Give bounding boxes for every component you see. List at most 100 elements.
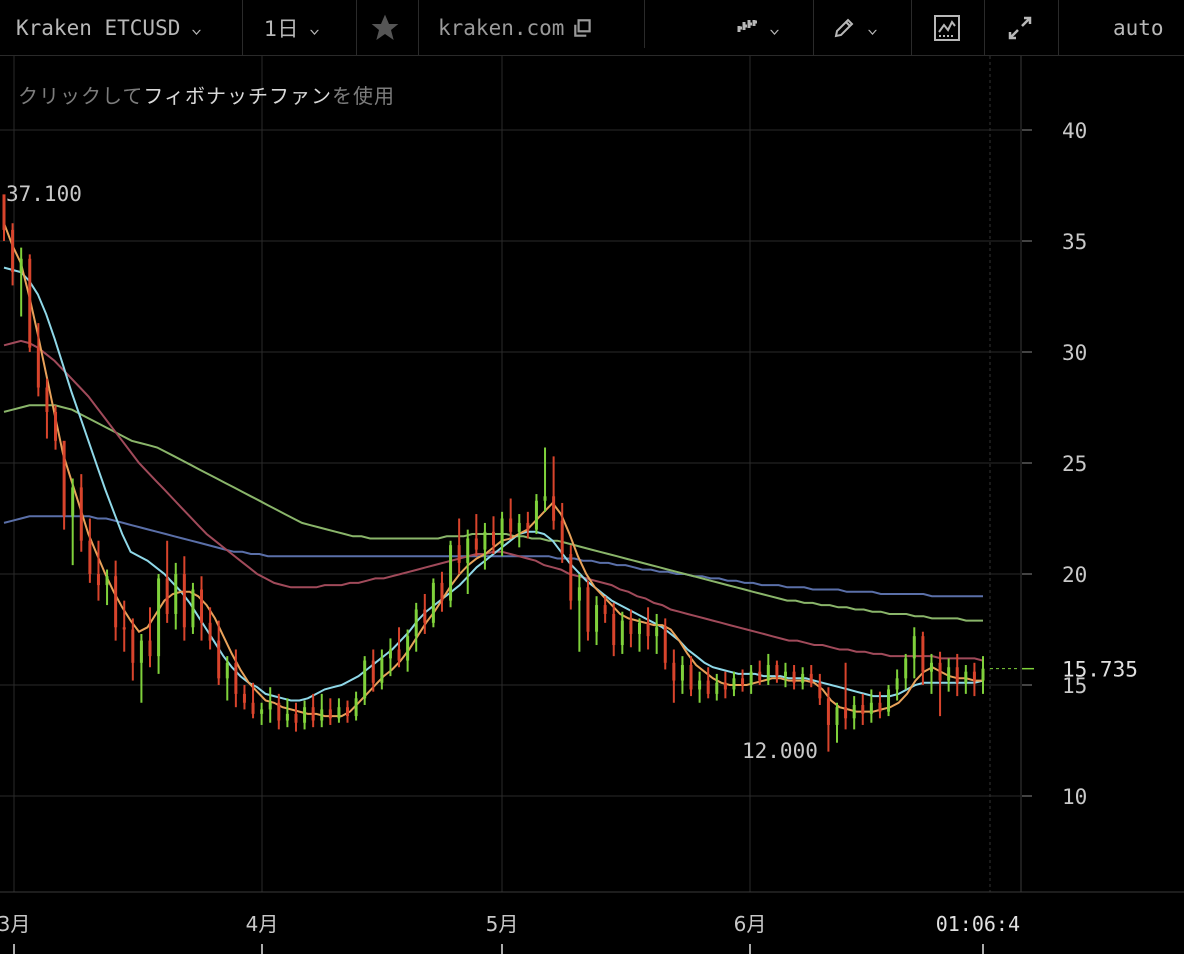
price-tick-label: 20 <box>1062 563 1087 587</box>
candle-body <box>552 496 556 521</box>
candle-body <box>54 411 58 441</box>
candle-body <box>595 605 599 632</box>
candlestick <box>887 685 891 717</box>
candle-body <box>457 545 461 563</box>
candlestick <box>938 651 942 717</box>
candlestick <box>981 656 985 694</box>
candle-body <box>28 258 32 348</box>
candlestick <box>586 580 590 641</box>
time-tick-label: 4月 <box>246 912 279 936</box>
candlestick <box>466 529 470 594</box>
candlestick <box>741 669 745 692</box>
candlestick <box>552 456 556 530</box>
candle-body <box>388 649 392 659</box>
candlestick <box>200 576 204 641</box>
candlestick <box>131 618 135 681</box>
candle-body <box>844 707 848 719</box>
candlestick <box>191 582 195 634</box>
candlestick <box>54 405 58 450</box>
candlestick <box>500 511 504 557</box>
candle-body <box>586 587 590 632</box>
candlestick <box>260 702 264 725</box>
price-tick-label: 30 <box>1062 341 1087 365</box>
price-tick-label: 35 <box>1062 230 1087 254</box>
candlestick <box>71 478 75 566</box>
candle-body <box>114 576 118 628</box>
candlestick <box>277 693 281 730</box>
candle-body <box>285 713 289 721</box>
candlestick <box>526 511 530 539</box>
candle-body <box>560 520 564 555</box>
candle-body <box>11 229 15 273</box>
candlestick <box>612 602 616 657</box>
candlestick <box>457 518 461 574</box>
candle-body <box>62 440 66 517</box>
candle-body <box>346 707 350 717</box>
candlestick <box>79 474 83 552</box>
candle-body <box>938 662 942 681</box>
candlestick <box>363 656 367 705</box>
candle-body <box>509 518 513 532</box>
candlestick <box>783 662 787 688</box>
candle-body <box>328 709 332 719</box>
candle-body <box>251 702 255 714</box>
candle-body <box>689 665 693 690</box>
candlestick <box>792 665 796 690</box>
candlestick <box>929 653 933 694</box>
candle-body <box>88 540 92 574</box>
candle-body <box>766 665 770 681</box>
candle-body <box>655 627 659 637</box>
candlestick <box>114 560 118 641</box>
candlestick <box>28 254 32 352</box>
candlestick <box>509 498 513 539</box>
candlestick <box>543 447 547 512</box>
candle-body <box>466 538 470 563</box>
candlestick <box>947 658 951 692</box>
candle-body <box>672 662 676 681</box>
candle-body <box>139 640 143 663</box>
candlestick <box>346 700 350 723</box>
candle-body <box>131 629 135 663</box>
price-axis: 4035302520151015.735 <box>990 119 1138 809</box>
candlestick <box>672 649 676 703</box>
candle-body <box>741 678 745 685</box>
candlestick <box>680 656 684 694</box>
candle-body <box>165 578 169 614</box>
candle-body <box>921 636 925 672</box>
candle-body <box>981 668 985 681</box>
candlestick <box>861 693 865 725</box>
candlestick <box>225 656 229 701</box>
candle-body <box>749 671 753 685</box>
candlestick <box>19 247 23 317</box>
candle-body <box>577 587 581 601</box>
candle-body <box>182 574 186 628</box>
candle-body <box>972 671 976 681</box>
candle-body <box>612 613 616 646</box>
time-axis: 3月 4月 5月 6月 01:06:4 <box>0 912 1020 954</box>
candlestick <box>517 514 521 548</box>
candle-body <box>371 660 375 683</box>
candlestick <box>595 596 599 646</box>
price-labels: 37.100 12.000 <box>6 182 818 763</box>
candlestick <box>715 673 719 701</box>
candlestick <box>655 613 659 654</box>
candle-body <box>861 704 865 714</box>
candle-body <box>363 660 367 699</box>
candlestick <box>242 685 246 710</box>
price-chart[interactable]: 4035302520151015.735 3月 4月 5月 6月 01:06:4 37.… <box>0 0 1184 954</box>
candle-body <box>242 693 246 703</box>
candle-body <box>680 665 684 681</box>
candle-body <box>337 707 341 719</box>
candle-body <box>663 627 667 663</box>
candle-body <box>320 709 324 721</box>
candlestick <box>689 656 693 697</box>
candle-body <box>148 640 152 657</box>
candlestick <box>852 696 856 730</box>
candle-body <box>406 636 410 661</box>
price-tick-label: 10 <box>1062 785 1087 809</box>
candle-body <box>414 609 418 637</box>
candle-body <box>440 582 444 601</box>
candle-body <box>723 682 727 690</box>
candle-body <box>629 620 633 634</box>
candlestick <box>569 545 573 610</box>
